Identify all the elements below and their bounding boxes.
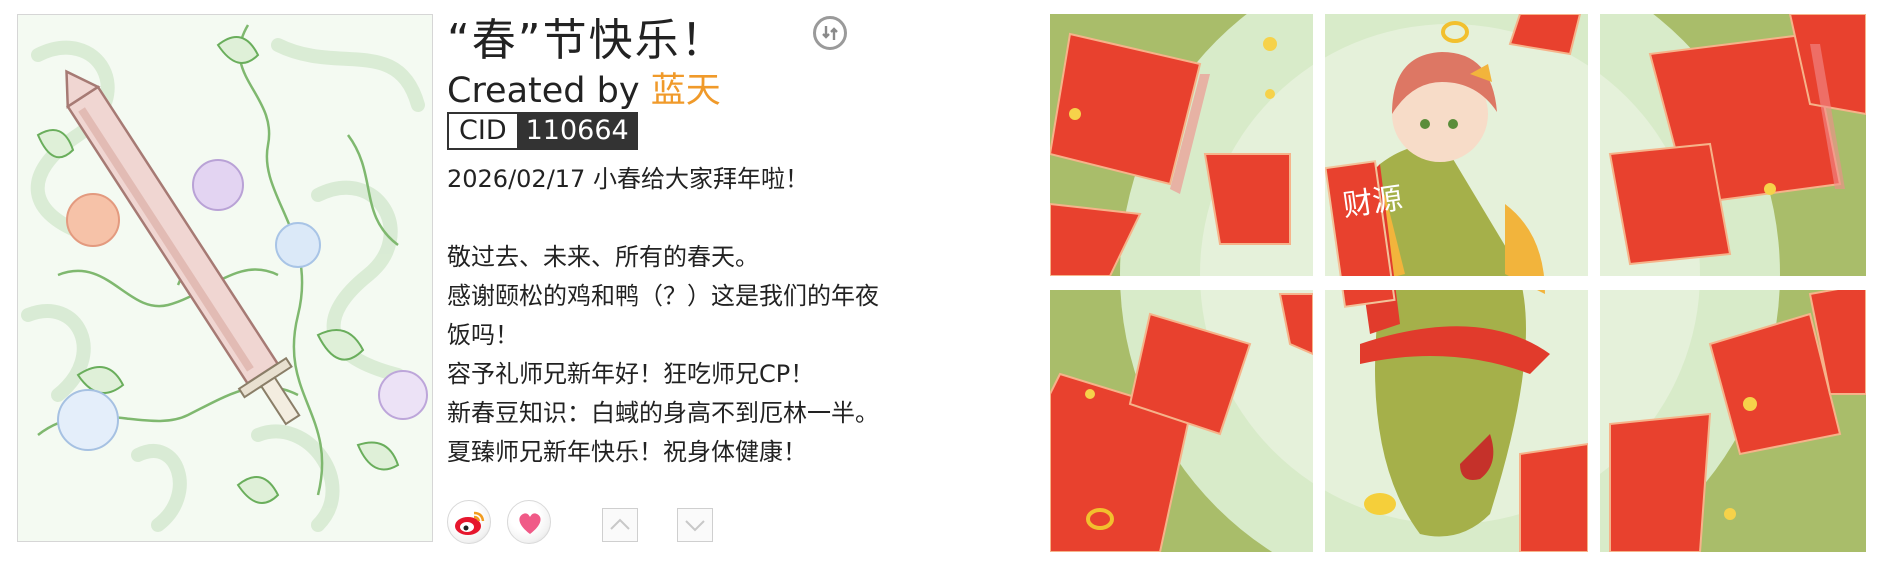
description: 2026/02/17 小春给大家拜年啦！ 敬过去、未来、所有的春天。 感谢颐松的… (447, 160, 947, 472)
heart-icon (519, 513, 541, 534)
description-line: 感谢颐松的鸡和鸭（？）这是我们的年夜 (447, 282, 879, 310)
work-title: “春”节快乐！ (447, 15, 727, 66)
vote-down-button[interactable] (677, 508, 713, 542)
description-line: 新春豆知识：白蜮的身高不到厄林一半。 (447, 399, 879, 427)
vote-up-button[interactable] (602, 508, 638, 542)
author-link[interactable]: 蓝天 (651, 71, 721, 111)
created-by-label: Created by (447, 71, 640, 111)
cover-image[interactable] (17, 14, 433, 542)
description-line: 夏臻师兄新年快乐！祝身体健康！ (447, 438, 807, 466)
description-line: 敬过去、未来、所有的春天。 (447, 243, 759, 271)
cover-illustration (18, 15, 432, 541)
description-line: 容予礼师兄新年好！狂吃师兄CP！ (447, 360, 815, 388)
gallery-illustration[interactable]: 财源 (1050, 14, 1866, 552)
description-line: 饭吗！ (447, 321, 519, 349)
weibo-share-button[interactable] (447, 500, 491, 544)
cid-value: 110664 (516, 112, 638, 150)
cid-label: CID (447, 112, 517, 150)
chevron-down-icon (685, 520, 705, 532)
cid-badge: CID 110664 (447, 112, 638, 150)
creator-line: Created by 蓝天 (447, 62, 721, 113)
image-gallery: 财源 (1050, 14, 1866, 552)
chevron-up-icon (610, 518, 630, 530)
description-line: 2026/02/17 小春给大家拜年啦！ (447, 165, 809, 193)
weibo-share-icon (455, 511, 485, 535)
switch-icon[interactable] (813, 16, 847, 50)
like-button[interactable] (507, 500, 551, 544)
action-bar (447, 500, 767, 546)
